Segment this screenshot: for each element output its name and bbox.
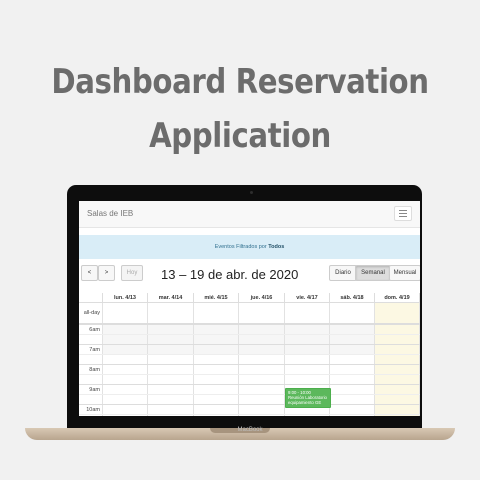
col-header: jue. 4/16: [239, 293, 285, 303]
navbar: Salas de IEB: [79, 201, 420, 228]
banner-title-line2: Application: [149, 116, 331, 156]
slot-row: [79, 395, 420, 405]
time-label: 8am: [89, 367, 100, 373]
view-day-button[interactable]: Diario: [329, 265, 357, 281]
col-header: mié. 4/15: [194, 293, 239, 303]
next-button[interactable]: >: [98, 265, 115, 281]
device-label: MacBook: [237, 427, 263, 433]
slot-row: [79, 325, 420, 335]
prev-button[interactable]: <: [81, 265, 98, 281]
allday-label: all-day: [83, 310, 100, 316]
col-header: sáb. 4/18: [330, 293, 375, 303]
col-header: mar. 4/14: [148, 293, 194, 303]
col-header: lun. 4/13: [103, 293, 148, 303]
brand-link[interactable]: Salas de IEB: [87, 209, 133, 218]
slot-row: [79, 385, 420, 395]
event-title: Reunión Laboratorio equipamiento GE: [288, 395, 327, 405]
hamburger-icon[interactable]: [394, 206, 412, 221]
col-header: dom. 4/19: [375, 293, 420, 303]
allday-row: [79, 303, 420, 325]
calendar-toolbar: < > Hoy 13 – 19 de abr. de 2020 Diario S…: [79, 265, 420, 287]
camera-icon: [250, 191, 253, 194]
app-screen: Salas de IEB Eventos Filtrados por Todos…: [79, 201, 420, 416]
slot-row: [79, 405, 420, 415]
week-grid: lun. 4/13 mar. 4/14 mié. 4/15 jue. 4/16 …: [79, 293, 420, 416]
time-label: 6am: [89, 327, 100, 333]
time-label: 9am: [89, 387, 100, 393]
gutter-header: [79, 293, 103, 303]
calendar-title: 13 – 19 de abr. de 2020: [161, 267, 299, 282]
filter-value: Todos: [268, 244, 285, 250]
filter-alert: Eventos Filtrados por Todos: [79, 235, 420, 259]
view-month-button[interactable]: Mensual: [389, 265, 420, 281]
slot-row: [79, 345, 420, 355]
slot-row: [79, 365, 420, 375]
time-label: 10am: [86, 407, 100, 413]
slot-row: [79, 355, 420, 365]
calendar-event[interactable]: 9:00 - 10:00 Reunión Laboratorio equipam…: [285, 388, 331, 408]
today-button[interactable]: Hoy: [121, 265, 143, 281]
slot-row: [79, 375, 420, 385]
banner-title-line1: Dashboard Reservation: [51, 62, 429, 102]
col-header: vie. 4/17: [285, 293, 330, 303]
view-week-button[interactable]: Semanal: [355, 265, 391, 281]
filter-prefix: Eventos Filtrados por: [214, 244, 267, 250]
time-label: 7am: [89, 347, 100, 353]
slot-row: [79, 335, 420, 345]
